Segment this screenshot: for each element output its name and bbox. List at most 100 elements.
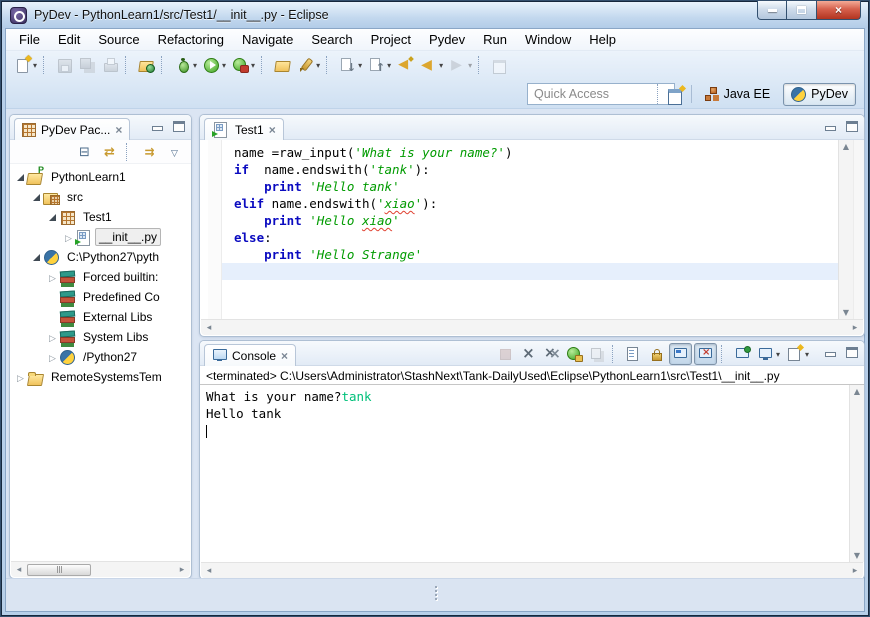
dropdown-arrow-icon[interactable]: ▾ <box>805 350 809 359</box>
tree-item-system-libs[interactable]: ▷System Libs <box>10 327 191 347</box>
minimize-view-button[interactable] <box>825 126 836 131</box>
minimize-view-button[interactable] <box>825 352 836 357</box>
collapse-icon[interactable] <box>30 190 43 204</box>
dropdown-arrow-icon[interactable]: ▾ <box>222 61 226 70</box>
menu-item-help[interactable]: Help <box>580 29 625 50</box>
dropdown-arrow-icon[interactable]: ▾ <box>251 61 255 70</box>
dropdown-arrow-icon[interactable]: ▾ <box>468 61 472 70</box>
scroll-right-icon[interactable]: ▸ <box>174 565 190 575</box>
new-editor-window-button[interactable] <box>489 55 510 75</box>
clear-console-button[interactable] <box>623 344 644 364</box>
sash-grip[interactable] <box>435 586 437 600</box>
expand-icon[interactable]: ▷ <box>46 330 59 344</box>
code-line[interactable]: if name.endswith('tank'): <box>222 161 838 178</box>
dropdown-arrow-icon[interactable]: ▾ <box>776 350 780 359</box>
new-pydev-module-button[interactable] <box>136 55 157 75</box>
new-button[interactable]: ▾ <box>12 55 39 75</box>
scroll-down-icon[interactable]: ▼ <box>839 308 853 317</box>
debug-button[interactable]: ▾ <box>172 55 199 75</box>
perspective-pydev[interactable]: PyDev <box>783 83 856 106</box>
remove-launch-button[interactable] <box>518 344 539 364</box>
menu-item-pydev[interactable]: Pydev <box>420 29 474 50</box>
tree-item-pythonlearn1[interactable]: PythonLearn1 <box>10 167 191 187</box>
maximize-view-button[interactable] <box>846 121 858 132</box>
expand-icon[interactable]: ▷ <box>62 230 75 244</box>
dropdown-arrow-icon[interactable]: ▾ <box>439 61 443 70</box>
minimize-view-button[interactable] <box>152 126 163 131</box>
scroll-down-icon[interactable]: ▼ <box>850 551 864 560</box>
tree-item-c-python27-pyth[interactable]: C:\Python27\pyth <box>10 247 191 267</box>
expand-icon[interactable]: ▷ <box>46 350 59 364</box>
collapse-all-button[interactable] <box>74 142 95 162</box>
collapse-icon[interactable] <box>14 170 27 184</box>
maximize-button[interactable] <box>787 1 816 20</box>
explorer-hscrollbar[interactable]: ◂ ▸ <box>11 561 190 577</box>
remove-all-terminated-button[interactable] <box>541 344 562 364</box>
scroll-up-icon[interactable]: ▲ <box>850 387 864 396</box>
mark-occurrences-button[interactable]: ▾ <box>295 55 322 75</box>
dropdown-arrow-icon[interactable]: ▾ <box>358 61 362 70</box>
editor-hscrollbar[interactable]: ◂ ▸ <box>201 319 863 335</box>
terminate-button[interactable] <box>495 344 516 364</box>
scroll-left-icon[interactable]: ◂ <box>11 565 27 575</box>
save-button[interactable] <box>54 55 75 75</box>
tree-item-predefined-co[interactable]: Predefined Co <box>10 287 191 307</box>
console-hscrollbar[interactable]: ◂ ▸ <box>201 562 863 578</box>
tree-item-external-libs[interactable]: External Libs <box>10 307 191 327</box>
close-icon[interactable]: × <box>281 350 288 362</box>
pin-console-button[interactable] <box>732 344 753 364</box>
menu-item-run[interactable]: Run <box>474 29 516 50</box>
expand-icon[interactable]: ▷ <box>14 370 27 384</box>
editor-vscrollbar[interactable]: ▲ ▼ <box>838 140 853 319</box>
scroll-right-icon[interactable]: ▸ <box>847 323 863 333</box>
expand-icon[interactable]: ▷ <box>46 270 59 284</box>
menu-item-window[interactable]: Window <box>516 29 580 50</box>
save-all-button[interactable] <box>77 55 98 75</box>
open-resource-button[interactable] <box>272 55 293 75</box>
last-edit-location-button[interactable] <box>395 55 416 75</box>
show-stdout-when-changed-button[interactable] <box>669 343 692 365</box>
code-line[interactable]: print 'Hello Strange' <box>222 246 838 263</box>
console-output[interactable]: What is your name?tankHello tank <box>200 385 849 562</box>
menu-item-file[interactable]: File <box>10 29 49 50</box>
code-line[interactable]: elif name.endswith('xiao'): <box>222 195 838 212</box>
next-annotation-button[interactable]: ▾ <box>337 55 364 75</box>
maximize-view-button[interactable] <box>173 121 185 132</box>
run-button[interactable]: ▾ <box>201 55 228 75</box>
duplicate-console-button[interactable] <box>587 344 608 364</box>
dropdown-arrow-icon[interactable]: ▾ <box>33 61 37 70</box>
tree-item-test1[interactable]: Test1 <box>10 207 191 227</box>
customize-view-button[interactable] <box>139 142 160 162</box>
menu-item-edit[interactable]: Edit <box>49 29 89 50</box>
close-button[interactable]: × <box>816 1 861 20</box>
scroll-left-icon[interactable]: ◂ <box>201 566 217 576</box>
open-perspective-button[interactable] <box>667 86 685 102</box>
dropdown-arrow-icon[interactable]: ▾ <box>387 61 391 70</box>
open-console-button[interactable]: ▾ <box>784 344 811 364</box>
display-console-button[interactable]: ▾ <box>755 344 782 364</box>
quick-access-input[interactable] <box>527 83 675 105</box>
forward-button[interactable]: ▾ <box>447 55 474 75</box>
menu-item-source[interactable]: Source <box>89 29 148 50</box>
code-line[interactable]: name =raw_input('What is your name?') <box>222 144 838 161</box>
collapse-icon[interactable] <box>46 210 59 224</box>
print-button[interactable] <box>100 55 121 75</box>
code-line[interactable]: print 'Hello xiao' <box>222 212 838 229</box>
code-line[interactable]: else: <box>222 229 838 246</box>
relaunch-button[interactable] <box>564 344 585 364</box>
perspective-java-ee[interactable]: Java EE <box>698 84 778 104</box>
tab-test1[interactable]: Test1 × <box>204 118 284 140</box>
view-menu-button[interactable] <box>164 142 185 162</box>
link-with-editor-button[interactable] <box>99 142 120 162</box>
back-button[interactable]: ▾ <box>418 55 445 75</box>
tree-item-forced-builtin[interactable]: ▷Forced builtin: <box>10 267 191 287</box>
scroll-left-icon[interactable]: ◂ <box>201 323 217 333</box>
tree-item-python27[interactable]: ▷/Python27 <box>10 347 191 367</box>
scroll-right-icon[interactable]: ▸ <box>847 566 863 576</box>
show-stderr-when-changed-button[interactable] <box>694 343 717 365</box>
menu-item-search[interactable]: Search <box>302 29 361 50</box>
tree-item-src[interactable]: src <box>10 187 191 207</box>
tree-item-remotesystemstem[interactable]: ▷RemoteSystemsTem <box>10 367 191 387</box>
scroll-lock-button[interactable] <box>646 344 667 364</box>
minimize-button[interactable] <box>757 1 787 20</box>
